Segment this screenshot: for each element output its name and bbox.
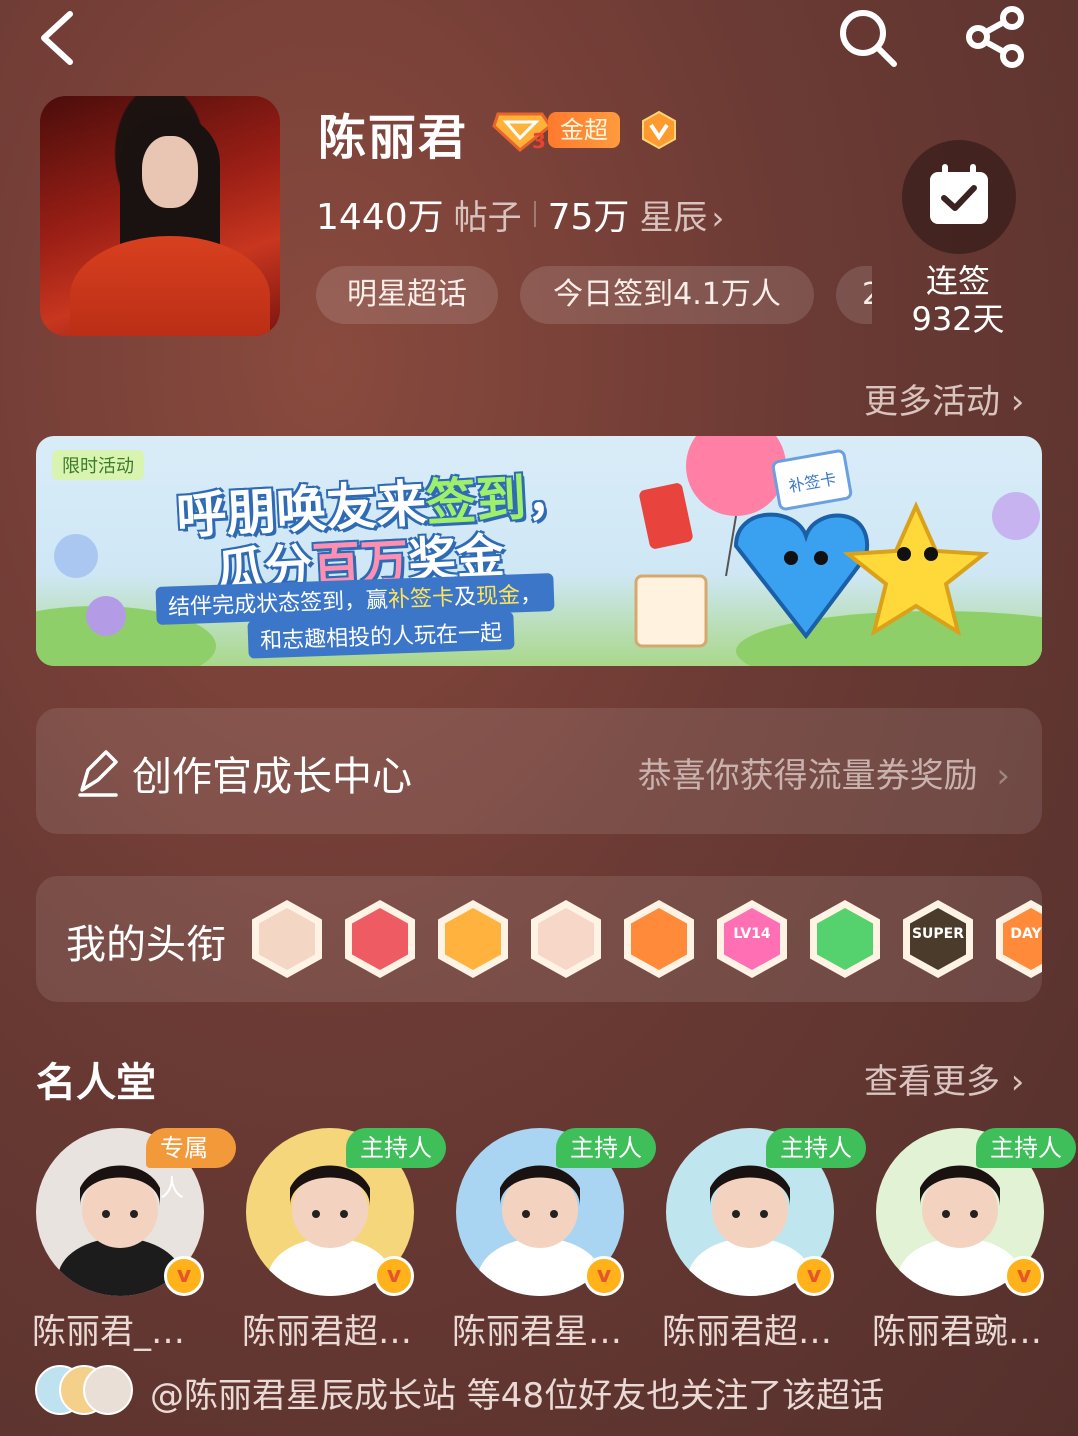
pen-icon [78, 750, 118, 797]
chevron-left-icon [41, 11, 73, 65]
checkin-label: 连签 [925, 262, 990, 300]
badge-fill [631, 908, 687, 970]
badge-fill [445, 908, 501, 970]
member-name: 陈丽君超… [662, 1312, 832, 1352]
more-activities-link[interactable]: 更多活动 › [864, 374, 1024, 423]
hall-of-fame-member[interactable]: 主持人 v 陈丽君超… [662, 1128, 866, 1354]
badge-fill [817, 908, 873, 970]
my-titles-label: 我的头衔 [66, 922, 226, 968]
badge-label: 金超 [548, 112, 620, 148]
member-role-badge: 主持人 [346, 1128, 446, 1168]
rabbit-badge-icon[interactable] [252, 900, 322, 978]
badge-text: SUPER [911, 926, 965, 942]
share-button[interactable] [964, 6, 1030, 68]
v-badge-icon [640, 110, 678, 150]
level-badge-icon[interactable]: LV14 [717, 900, 787, 978]
v-badge-icon: v [1004, 1256, 1044, 1296]
hall-of-fame-title: 名人堂 [36, 1060, 156, 1106]
v-badge-icon: v [794, 1256, 834, 1296]
diamond-level-icon: 3 [492, 112, 553, 152]
member-role-badge: 主持人 [976, 1128, 1076, 1168]
checkin-button[interactable] [902, 140, 1016, 254]
posts-count: 1440万 [316, 197, 444, 238]
avatar-face [142, 136, 198, 208]
friends-following-text: @陈丽君星辰成长站 等48位好友也关注了该超话 [150, 1376, 885, 1416]
checkin-event-banner[interactable]: 补签卡 限时活动 呼朋唤友来签到， 瓜分百万奖金 结伴完成状态签到，赢补签卡及现… [36, 436, 1042, 666]
gold-super-badge[interactable]: 3 金超 [492, 108, 624, 152]
my-titles-card[interactable]: 我的头衔 LV14 SUPER DAYS [36, 876, 1042, 1002]
calendar-check-icon [930, 164, 988, 224]
hall-of-fame-member[interactable]: 主持人 v 陈丽君超… [242, 1128, 446, 1354]
tag-checkin-today[interactable]: 今日签到4.1万人 [520, 266, 814, 324]
member-name: 陈丽君星… [452, 1312, 622, 1352]
stats-row[interactable]: 1440万 帖子 75万 星辰 › [316, 188, 724, 240]
member-name: 陈丽君豌… [872, 1312, 1042, 1352]
hall-of-fame-member[interactable]: 主持人 v 陈丽君星… [452, 1128, 656, 1354]
back-button[interactable] [36, 8, 84, 68]
super-badge-icon[interactable]: SUPER [903, 900, 973, 978]
v-badge-icon: v [584, 1256, 624, 1296]
member-name: 陈丽君超… [242, 1312, 412, 1352]
v-badge-icon: v [164, 1256, 204, 1296]
member-role-badge: 主持人 [556, 1128, 656, 1168]
chevron-right-icon: › [996, 756, 1010, 796]
badge-fill [538, 908, 594, 970]
supertopic-avatar[interactable] [40, 96, 280, 336]
avatar-dress [70, 236, 270, 336]
posts-label: 帖子 [453, 198, 522, 238]
crown-badge-icon[interactable] [438, 900, 508, 978]
supertopic-title: 陈丽君 [318, 110, 469, 166]
member-role-badge: 主持人 [766, 1128, 866, 1168]
hand-badge-icon[interactable] [810, 900, 880, 978]
dragon-badge-icon[interactable] [624, 900, 694, 978]
rabbit-red-badge-icon[interactable] [531, 900, 601, 978]
limited-event-tag: 限时活动 [52, 450, 144, 480]
member-name: 陈丽君_… [32, 1312, 185, 1352]
tag-partial[interactable]: 2 [836, 266, 872, 324]
v-badge-icon: v [374, 1256, 414, 1296]
creator-center-title: 创作官成长中心 [132, 754, 412, 800]
search-button[interactable] [836, 6, 900, 70]
hall-of-fame-more-link[interactable]: 查看更多 › [864, 1054, 1024, 1103]
trophy-badge-icon[interactable] [345, 900, 415, 978]
member-role-badge: 专属人 [146, 1128, 236, 1202]
search-icon [840, 10, 897, 67]
tag-star-supertopic[interactable]: 明星超话 [316, 266, 498, 324]
stars-count: 75万 [547, 197, 630, 238]
creator-reward-text: 恭喜你获得流量券奖励 › [637, 756, 1010, 796]
badge-level: 3 [532, 129, 546, 152]
stars-label: 星辰 [639, 198, 708, 238]
chevron-right-icon: › [711, 199, 725, 237]
hall-of-fame-member[interactable]: 主持人 v 陈丽君豌… [872, 1128, 1076, 1354]
checkin-days: 932天 [911, 300, 1005, 338]
creator-center-card[interactable]: 创作官成长中心 恭喜你获得流量券奖励 › [36, 708, 1042, 834]
badge-fill [352, 908, 408, 970]
badge-text: LV14 [733, 926, 771, 942]
badge-fill [259, 908, 315, 970]
friend-avatars[interactable] [34, 1364, 134, 1416]
days-badge-icon[interactable]: DAYS [996, 900, 1042, 978]
checkin-streak[interactable]: 连签 932天 [890, 262, 1026, 338]
stats-divider [533, 201, 536, 227]
share-icon [966, 6, 1024, 68]
badge-text: DAYS [1010, 926, 1042, 942]
hall-of-fame-member[interactable]: 专属人 v 陈丽君_… [32, 1128, 236, 1354]
